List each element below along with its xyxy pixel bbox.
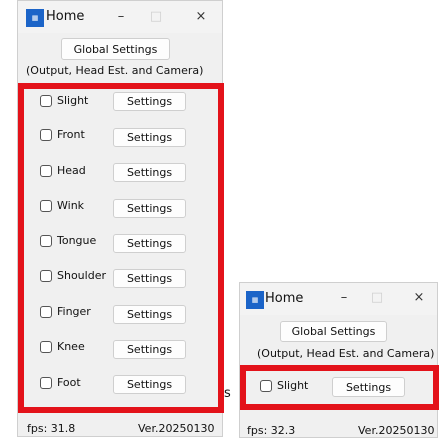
window-title: Home bbox=[265, 291, 304, 306]
fps-readout: fps: 31.8 bbox=[27, 422, 76, 435]
checkbox-icon[interactable] bbox=[40, 94, 52, 107]
checkbox-label: Wink bbox=[57, 199, 85, 212]
checkbox-wink[interactable]: Wink bbox=[40, 199, 84, 212]
checkbox-shoulder[interactable]: Shoulder bbox=[40, 269, 106, 282]
fps-readout: fps: 32.3 bbox=[247, 424, 296, 437]
app-icon: ▦ bbox=[246, 291, 264, 309]
checkbox-front[interactable]: Front bbox=[40, 128, 85, 141]
title-bar[interactable]: ▦ Home – □ × bbox=[240, 283, 437, 315]
settings-button-wink[interactable]: Settings bbox=[113, 199, 186, 218]
checkbox-foot[interactable]: Foot bbox=[40, 376, 81, 389]
maximize-button[interactable]: □ bbox=[366, 290, 388, 305]
title-bar[interactable]: ▦ Home – □ × bbox=[18, 1, 222, 33]
checkbox-label: Knee bbox=[57, 340, 85, 353]
checkbox-label: Tongue bbox=[57, 234, 97, 247]
checkbox-label: Front bbox=[57, 128, 85, 141]
settings-button-finger[interactable]: Settings bbox=[113, 305, 186, 324]
checkbox-label: Head bbox=[57, 164, 86, 177]
minimize-button[interactable]: – bbox=[110, 9, 132, 24]
home-window-small: ▦ Home – □ × Global Settings (Output, He… bbox=[239, 282, 439, 438]
settings-button-foot[interactable]: Settings bbox=[113, 375, 186, 394]
settings-button-slight[interactable]: Settings bbox=[113, 92, 186, 111]
app-icon: ▦ bbox=[26, 9, 44, 27]
checkbox-tongue[interactable]: Tongue bbox=[40, 234, 96, 247]
stray-text: s bbox=[224, 386, 231, 401]
settings-button-head[interactable]: Settings bbox=[113, 163, 186, 182]
window-title: Home bbox=[46, 9, 85, 24]
settings-button-tongue[interactable]: Settings bbox=[113, 234, 186, 253]
close-button[interactable]: × bbox=[190, 9, 212, 24]
checkbox-icon[interactable] bbox=[40, 234, 52, 247]
global-settings-subtitle: (Output, Head Est. and Camera) bbox=[26, 64, 204, 77]
checkbox-icon[interactable] bbox=[40, 305, 52, 318]
checkbox-icon[interactable] bbox=[40, 128, 52, 141]
minimize-button[interactable]: – bbox=[333, 290, 355, 305]
checkbox-icon[interactable] bbox=[40, 340, 52, 353]
checkbox-label: Slight bbox=[57, 94, 89, 107]
settings-button-front[interactable]: Settings bbox=[113, 128, 186, 147]
checkbox-icon[interactable] bbox=[40, 164, 52, 177]
checkbox-finger[interactable]: Finger bbox=[40, 305, 91, 318]
checkbox-label: Shoulder bbox=[57, 269, 106, 282]
checkbox-icon[interactable] bbox=[40, 199, 52, 212]
maximize-button[interactable]: □ bbox=[145, 9, 167, 24]
checkbox-icon[interactable] bbox=[40, 376, 52, 389]
checkbox-icon[interactable] bbox=[40, 269, 52, 282]
checkbox-slight[interactable]: Slight bbox=[40, 94, 88, 107]
settings-button-knee[interactable]: Settings bbox=[113, 340, 186, 359]
global-settings-button[interactable]: Global Settings bbox=[280, 321, 387, 342]
settings-button-slight[interactable]: Settings bbox=[332, 377, 405, 397]
checkbox-head[interactable]: Head bbox=[40, 164, 86, 177]
global-settings-subtitle: (Output, Head Est. and Camera) bbox=[257, 347, 435, 360]
checkbox-icon[interactable] bbox=[260, 379, 272, 392]
global-settings-button[interactable]: Global Settings bbox=[61, 38, 170, 60]
settings-button-shoulder[interactable]: Settings bbox=[113, 269, 186, 288]
home-window-large: ▦ Home – □ × Global Settings (Output, He… bbox=[17, 0, 224, 437]
version-label: Ver.20250130 bbox=[138, 422, 215, 435]
checkbox-label: Slight bbox=[277, 379, 309, 392]
checkbox-label: Finger bbox=[57, 305, 91, 318]
checkbox-label: Foot bbox=[57, 376, 81, 389]
version-label: Ver.20250130 bbox=[358, 424, 435, 437]
checkbox-knee[interactable]: Knee bbox=[40, 340, 85, 353]
close-button[interactable]: × bbox=[408, 290, 430, 305]
checkbox-slight[interactable]: Slight bbox=[260, 379, 308, 392]
